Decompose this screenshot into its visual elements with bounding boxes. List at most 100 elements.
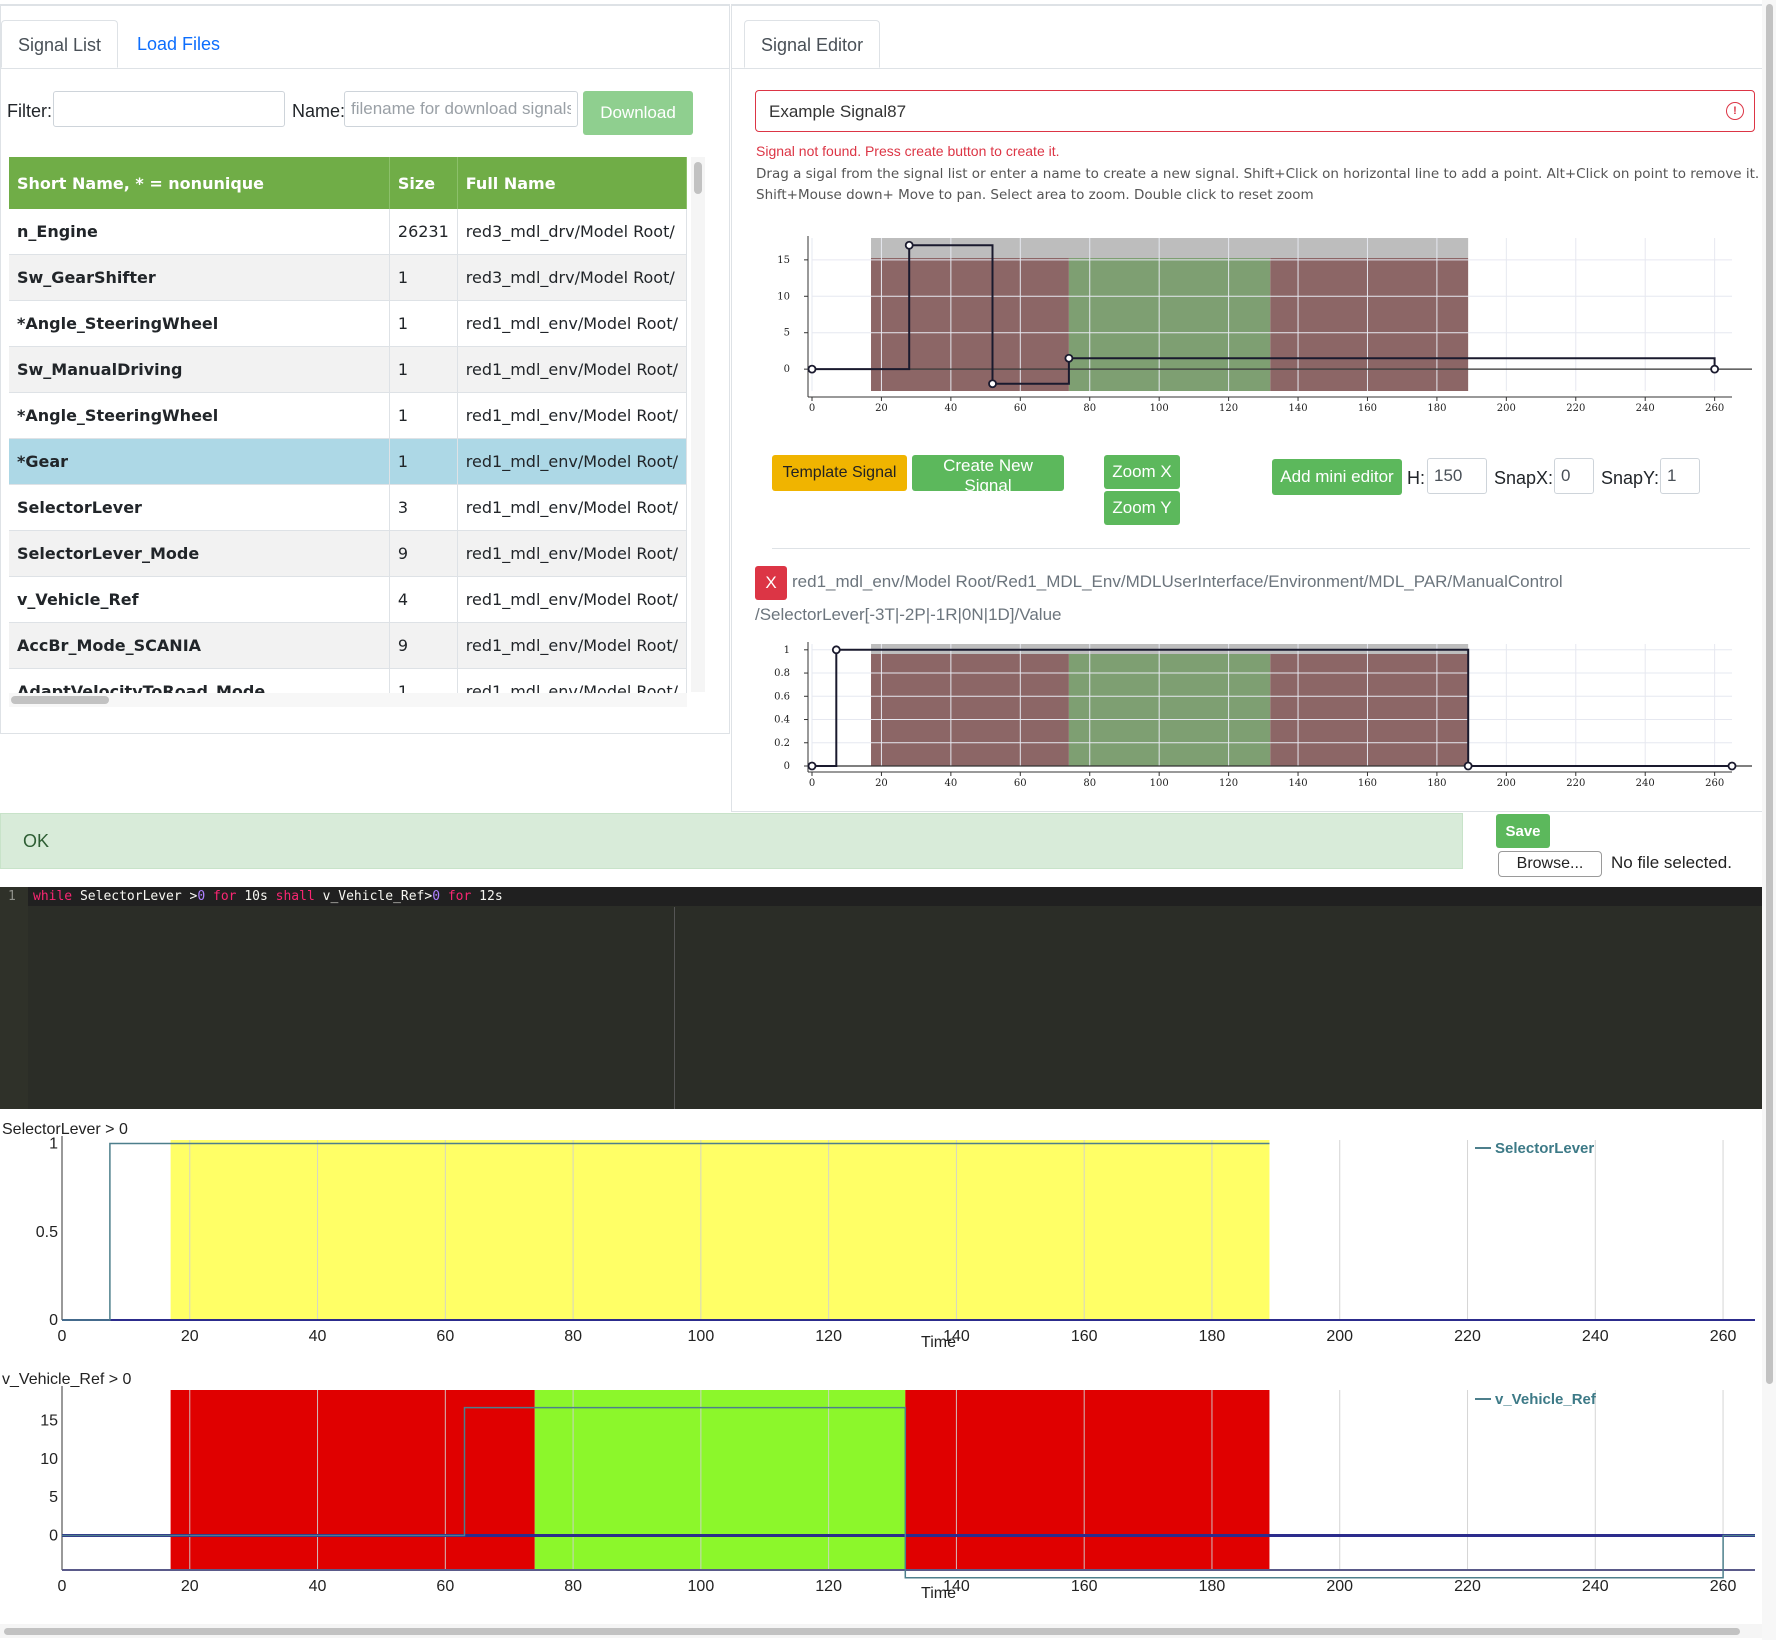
chart-band-header bbox=[871, 238, 1469, 258]
signal-table-body: n_Engine 26231 red3_mdl_drv/Model Root/Sw_… bbox=[9, 209, 688, 706]
y-tick-label: 1 bbox=[49, 1136, 58, 1153]
x-tick-label: 160 bbox=[1358, 778, 1377, 789]
chart-band bbox=[1068, 258, 1271, 391]
cell-short-name: Sw_ManualDriving bbox=[9, 346, 390, 393]
editor-gutter bbox=[0, 887, 28, 1109]
table-row[interactable]: *Gear 1 red1_mdl_env/Model Root/ bbox=[9, 438, 688, 485]
x-tick-label: 60 bbox=[436, 1578, 454, 1595]
table-row[interactable]: *Angle_SteeringWheel 1 red1_mdl_env/Model … bbox=[9, 392, 688, 439]
tab-signal-editor[interactable]: Signal Editor bbox=[744, 20, 881, 68]
x-tick-label: 220 bbox=[1454, 1328, 1481, 1345]
browse-file-button[interactable]: Browse... bbox=[1498, 851, 1602, 877]
add-mini-editor-button[interactable]: Add mini editor bbox=[1272, 459, 1402, 495]
spec-code-editor[interactable]: 1 while SelectorLever > 0 for 10s shall v… bbox=[0, 887, 1762, 1109]
template-signal-button[interactable]: Template Signal bbox=[772, 455, 907, 491]
cell-size: 4 bbox=[389, 576, 458, 623]
x-tick-label: 180 bbox=[1199, 1328, 1226, 1345]
scrollbar-thumb[interactable] bbox=[1766, 4, 1773, 1384]
no-file-selected-text: No file selected. bbox=[1611, 853, 1732, 872]
table-vertical-scrollbar[interactable] bbox=[691, 157, 705, 692]
save-button[interactable]: Save bbox=[1496, 814, 1550, 848]
code-token: for bbox=[440, 889, 472, 904]
height-input[interactable] bbox=[1427, 458, 1487, 494]
mini-editor-chart[interactable]: 0 20 40 60 80 100 120 140 160 180 200 220 240 260 0 0.2… bbox=[732, 631, 1762, 801]
table-row[interactable]: Sw_GearShifter 1 red3_mdl_drv/Model Root/ bbox=[9, 254, 688, 301]
x-tick-label: 40 bbox=[945, 778, 958, 789]
snapy-input[interactable] bbox=[1660, 458, 1700, 494]
x-tick-label: 40 bbox=[309, 1328, 327, 1345]
table-row[interactable]: Sw_ManualDriving 1 red1_mdl_env/Model Root… bbox=[9, 346, 688, 393]
code-token: 0 bbox=[432, 889, 441, 904]
table-horizontal-scrollbar[interactable] bbox=[9, 693, 687, 707]
x-tick-label: 200 bbox=[1497, 403, 1516, 414]
code-line[interactable]: while SelectorLever > 0 for 10s shall v_V… bbox=[33, 889, 503, 904]
x-tick-label: 240 bbox=[1582, 1578, 1609, 1595]
chart-band bbox=[1270, 654, 1469, 766]
table-row[interactable]: *Angle_SteeringWheel 1 red1_mdl_env/Model … bbox=[9, 300, 688, 347]
x-tick-label: 80 bbox=[564, 1578, 582, 1595]
cell-full-name: red1_mdl_env/Model Root/ bbox=[457, 530, 688, 577]
chart-band bbox=[170, 1140, 1270, 1320]
y-tick-label: 0 bbox=[49, 1528, 58, 1545]
x-tick-label: 40 bbox=[945, 403, 958, 414]
code-token: v_Vehicle_Ref> bbox=[314, 889, 433, 904]
code-token: for bbox=[205, 889, 237, 904]
table-row[interactable]: AccBr_Mode_SCANIA 9 red1_mdl_env/Model Roo… bbox=[9, 622, 688, 669]
x-tick-label: 0 bbox=[809, 403, 815, 414]
scrollbar-thumb[interactable] bbox=[694, 162, 702, 194]
zoom-y-button[interactable]: Zoom Y bbox=[1104, 491, 1180, 525]
series-point bbox=[1727, 761, 1737, 771]
x-tick-label: 240 bbox=[1636, 403, 1655, 414]
series-point bbox=[1064, 353, 1074, 363]
x-tick-label: 200 bbox=[1497, 778, 1516, 789]
scrollbar-thumb[interactable] bbox=[11, 696, 109, 704]
y-tick-label: 5 bbox=[784, 328, 790, 339]
x-tick-label: 260 bbox=[1710, 1328, 1737, 1345]
zoom-x-button[interactable]: Zoom X bbox=[1104, 455, 1180, 489]
series-point bbox=[988, 379, 997, 389]
x-tick-label: 260 bbox=[1710, 1578, 1737, 1595]
cell-short-name: *Angle_SteeringWheel bbox=[9, 392, 390, 439]
signal-table-viewport: Short Name, * = nonunique Size Full Name… bbox=[1, 6, 701, 706]
x-tick-label: 120 bbox=[815, 1578, 842, 1595]
page-vertical-scrollbar[interactable] bbox=[1762, 0, 1776, 1640]
col-size[interactable]: Size bbox=[389, 157, 458, 209]
signal-name-input[interactable]: Example Signal87 ! bbox=[755, 90, 1755, 132]
x-tick-label: 120 bbox=[815, 1328, 842, 1345]
signal-list-panel: Signal List Load Files Filter: Name: Dow… bbox=[0, 4, 730, 734]
remove-mini-editor-button[interactable]: X bbox=[755, 566, 787, 600]
x-tick-label: 220 bbox=[1566, 778, 1585, 789]
scrollbar-thumb[interactable] bbox=[4, 1628, 1740, 1635]
y-tick-label: 1 bbox=[784, 645, 790, 656]
snapx-input[interactable] bbox=[1554, 458, 1594, 494]
create-new-signal-button[interactable]: Create New Signal bbox=[912, 455, 1064, 495]
y-tick-label: 10 bbox=[40, 1451, 58, 1468]
series-point bbox=[807, 761, 817, 771]
x-tick-label: 60 bbox=[1014, 778, 1027, 789]
v-vehicle-ref-plot[interactable]: 0 20 40 60 80 100 120 140 160 180 200 220 240 2600510… bbox=[0, 1362, 1762, 1624]
table-row[interactable]: v_Vehicle_Ref 4 red1_mdl_env/Model Root/ bbox=[9, 576, 688, 623]
cell-size: 9 bbox=[389, 622, 458, 669]
x-tick-label: 180 bbox=[1199, 1578, 1226, 1595]
code-token: while bbox=[33, 889, 73, 904]
table-row[interactable]: SelectorLever 3 red1_mdl_env/Model Root/ bbox=[9, 484, 688, 531]
code-token: SelectorLever > bbox=[72, 889, 198, 904]
signal-editor-chart[interactable]: 0 20 40 60 80 100 120 140 160 180 200 220 240 260 0 5 10… bbox=[732, 226, 1762, 456]
cell-size: 1 bbox=[389, 346, 458, 393]
y-tick-label: 5 bbox=[49, 1489, 58, 1506]
col-full-name[interactable]: Full Name bbox=[457, 157, 688, 209]
error-icon: ! bbox=[1726, 102, 1744, 120]
divider bbox=[772, 548, 1750, 549]
cell-full-name: red1_mdl_env/Model Root/ bbox=[457, 392, 688, 439]
cell-full-name: red1_mdl_env/Model Root/ bbox=[457, 346, 688, 393]
table-row[interactable]: SelectorLever_Mode 9 red1_mdl_env/Model Ro… bbox=[9, 530, 688, 577]
table-row[interactable]: n_Engine 26231 red3_mdl_drv/Model Root/ bbox=[9, 209, 688, 255]
signal-error-message: Signal not found. Press create button to… bbox=[756, 143, 1060, 159]
page-horizontal-scrollbar[interactable] bbox=[0, 1624, 1762, 1638]
cell-full-name: red1_mdl_env/Model Root/ bbox=[457, 438, 688, 485]
x-tick-label: 160 bbox=[1071, 1578, 1098, 1595]
selectorlever-plot[interactable]: 0 20 40 60 80 100 120 140 160 180 200 220 240 26000.5… bbox=[0, 1112, 1762, 1362]
signal-name-value: Example Signal87 bbox=[769, 102, 907, 121]
y-tick-label: 0 bbox=[784, 761, 790, 772]
col-short-name[interactable]: Short Name, * = nonunique bbox=[9, 157, 390, 209]
